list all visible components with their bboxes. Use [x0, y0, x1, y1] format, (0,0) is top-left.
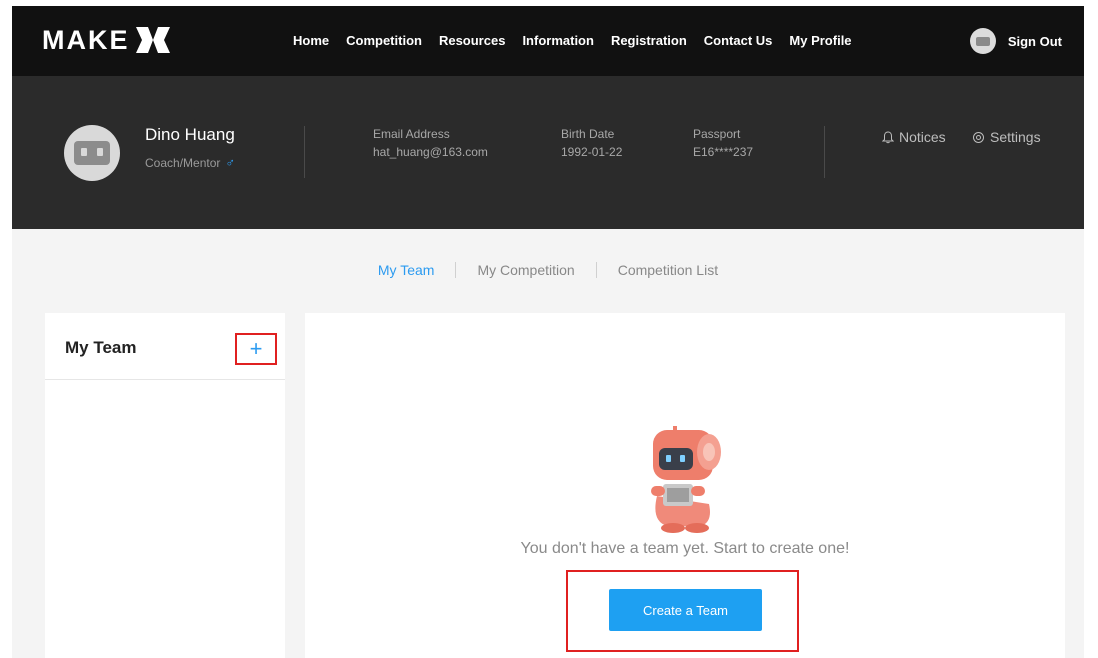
nav-link-home[interactable]: Home: [293, 33, 329, 48]
logo-text: MAKE: [42, 24, 130, 55]
team-list-panel: My Team +: [45, 313, 285, 658]
tab-my-team[interactable]: My Team: [378, 262, 435, 278]
nav-link-information[interactable]: Information: [522, 33, 594, 48]
email-field: Email Address hat_huang@163.com: [373, 127, 488, 159]
nav-link-competition[interactable]: Competition: [346, 33, 422, 48]
nav-link-resources[interactable]: Resources: [439, 33, 505, 48]
passport-field: Passport E16****237: [693, 127, 753, 159]
team-list-header: My Team +: [45, 313, 285, 380]
team-content-panel: You don't have a team yet. Start to crea…: [305, 313, 1065, 658]
user-avatar[interactable]: [969, 28, 996, 54]
role-text: Coach/Mentor: [145, 155, 221, 170]
birth-date-label: Birth Date: [561, 127, 615, 141]
nav-link-registration[interactable]: Registration: [611, 33, 687, 48]
tab-competition-list[interactable]: Competition List: [618, 262, 718, 278]
sign-out-link[interactable]: Sign Out: [1008, 34, 1062, 49]
app-frame: MAKE Home Competition Resources Informat…: [12, 6, 1084, 658]
divider: [304, 126, 305, 178]
profile-header: Dino Huang Coach/Mentor ♂ Email Address …: [12, 76, 1084, 229]
bell-icon: [882, 130, 894, 143]
profile-name: Dino Huang: [145, 125, 235, 144]
profile-tabs: My Team My Competition Competition List: [12, 262, 1084, 278]
email-value: hat_huang@163.com: [373, 145, 488, 159]
settings-button[interactable]: Settings: [972, 129, 1041, 145]
nav-links: Home Competition Resources Information R…: [293, 33, 869, 48]
gear-icon: [973, 131, 984, 143]
passport-value: E16****237: [693, 145, 754, 159]
divider: [824, 126, 825, 178]
team-list-title: My Team: [65, 338, 137, 357]
create-team-button[interactable]: Create a Team: [609, 589, 762, 631]
birth-date-value: 1992-01-22: [561, 145, 623, 159]
empty-state-message: You don't have a team yet. Start to crea…: [520, 540, 850, 557]
male-icon: ♂: [225, 155, 236, 170]
profile-avatar: [64, 125, 120, 181]
tab-divider: [455, 262, 457, 278]
settings-label: Settings: [990, 129, 1041, 145]
tab-divider: [595, 262, 597, 278]
tab-my-competition[interactable]: My Competition: [477, 262, 574, 278]
passport-label: Passport: [693, 127, 741, 141]
nav-user: Sign Out: [969, 28, 1062, 54]
notices-button[interactable]: Notices: [882, 129, 946, 145]
notices-label: Notices: [899, 129, 946, 145]
robot-mascot-icon: [651, 426, 721, 533]
top-nav: MAKE Home Competition Resources Informat…: [12, 6, 1084, 76]
nav-link-contact-us[interactable]: Contact Us: [704, 33, 773, 48]
nav-link-my-profile[interactable]: My Profile: [789, 33, 851, 48]
email-label: Email Address: [373, 127, 450, 141]
birth-date-field: Birth Date 1992-01-22: [561, 127, 622, 159]
profile-role: Coach/Mentor ♂: [145, 155, 235, 170]
x-logo-icon: [135, 27, 170, 53]
brand-logo[interactable]: MAKE: [42, 24, 170, 56]
add-team-button[interactable]: +: [235, 333, 277, 365]
plus-icon: +: [249, 336, 263, 361]
